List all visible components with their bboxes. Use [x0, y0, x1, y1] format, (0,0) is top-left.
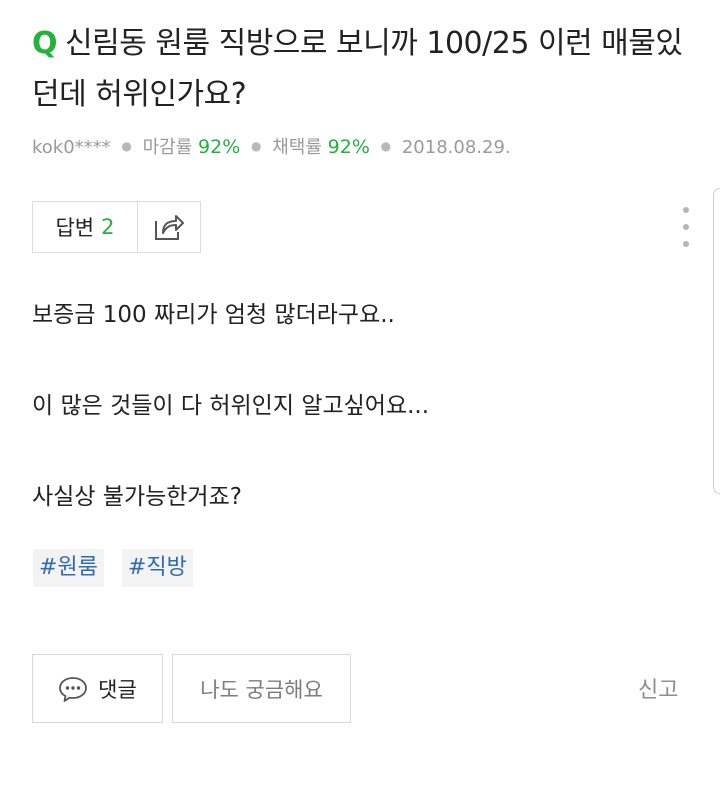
answer-toolbar: 답변 2 — [32, 201, 201, 253]
curious-label: 나도 궁금해요 — [200, 677, 323, 702]
adopt-rate-label: 채택률 — [272, 137, 322, 158]
body-text-line: 보증금 100 짜리가 엄청 많더라구요.. — [32, 302, 395, 328]
adopt-rate-value: 92% — [327, 136, 370, 158]
more-vertical-icon[interactable] — [676, 207, 696, 247]
separator-dot: ● — [121, 139, 132, 153]
comment-label: 댓글 — [98, 677, 137, 702]
separator-dot: ● — [251, 139, 262, 153]
answer-label: 답변 — [55, 216, 95, 240]
post-date: 2018.08.29. — [401, 137, 511, 158]
answer-count-button[interactable]: 답변 2 — [33, 202, 138, 252]
speech-bubble-icon — [59, 676, 88, 702]
answer-count: 2 — [101, 215, 115, 239]
report-link[interactable]: 신고 — [638, 672, 678, 704]
question-title: Q 신림동 원룸 직방으로 보니까 100/25 이런 매물있던데 허위인가요? — [32, 18, 692, 120]
question-meta: kok0**** ● 마감률 92% ● 채택률 92% ● 2018.08.2… — [32, 133, 511, 159]
share-button[interactable] — [138, 202, 200, 252]
question-title-text: 신림동 원룸 직방으로 보니까 100/25 이런 매물있던데 허위인가요? — [32, 26, 683, 112]
comment-button[interactable]: 댓글 — [32, 654, 163, 723]
curious-button[interactable]: 나도 궁금해요 — [172, 654, 351, 723]
body-text-line: 이 많은 것들이 다 허위인지 알고싶어요... — [32, 393, 430, 419]
scrollbar[interactable] — [713, 188, 720, 494]
separator-dot: ● — [380, 139, 392, 153]
tag-list: #원룸 #직방 — [33, 549, 193, 587]
question-mark-icon: Q — [32, 26, 58, 61]
share-icon — [155, 215, 184, 240]
tag-item[interactable]: #원룸 — [33, 549, 104, 587]
close-rate-label: 마감률 — [142, 137, 193, 158]
body-text-line: 사실상 불가능한거죠? — [32, 484, 242, 510]
tag-item[interactable]: #직방 — [121, 549, 193, 587]
close-rate-value: 92% — [198, 136, 241, 158]
author-id[interactable]: kok0**** — [32, 137, 111, 158]
